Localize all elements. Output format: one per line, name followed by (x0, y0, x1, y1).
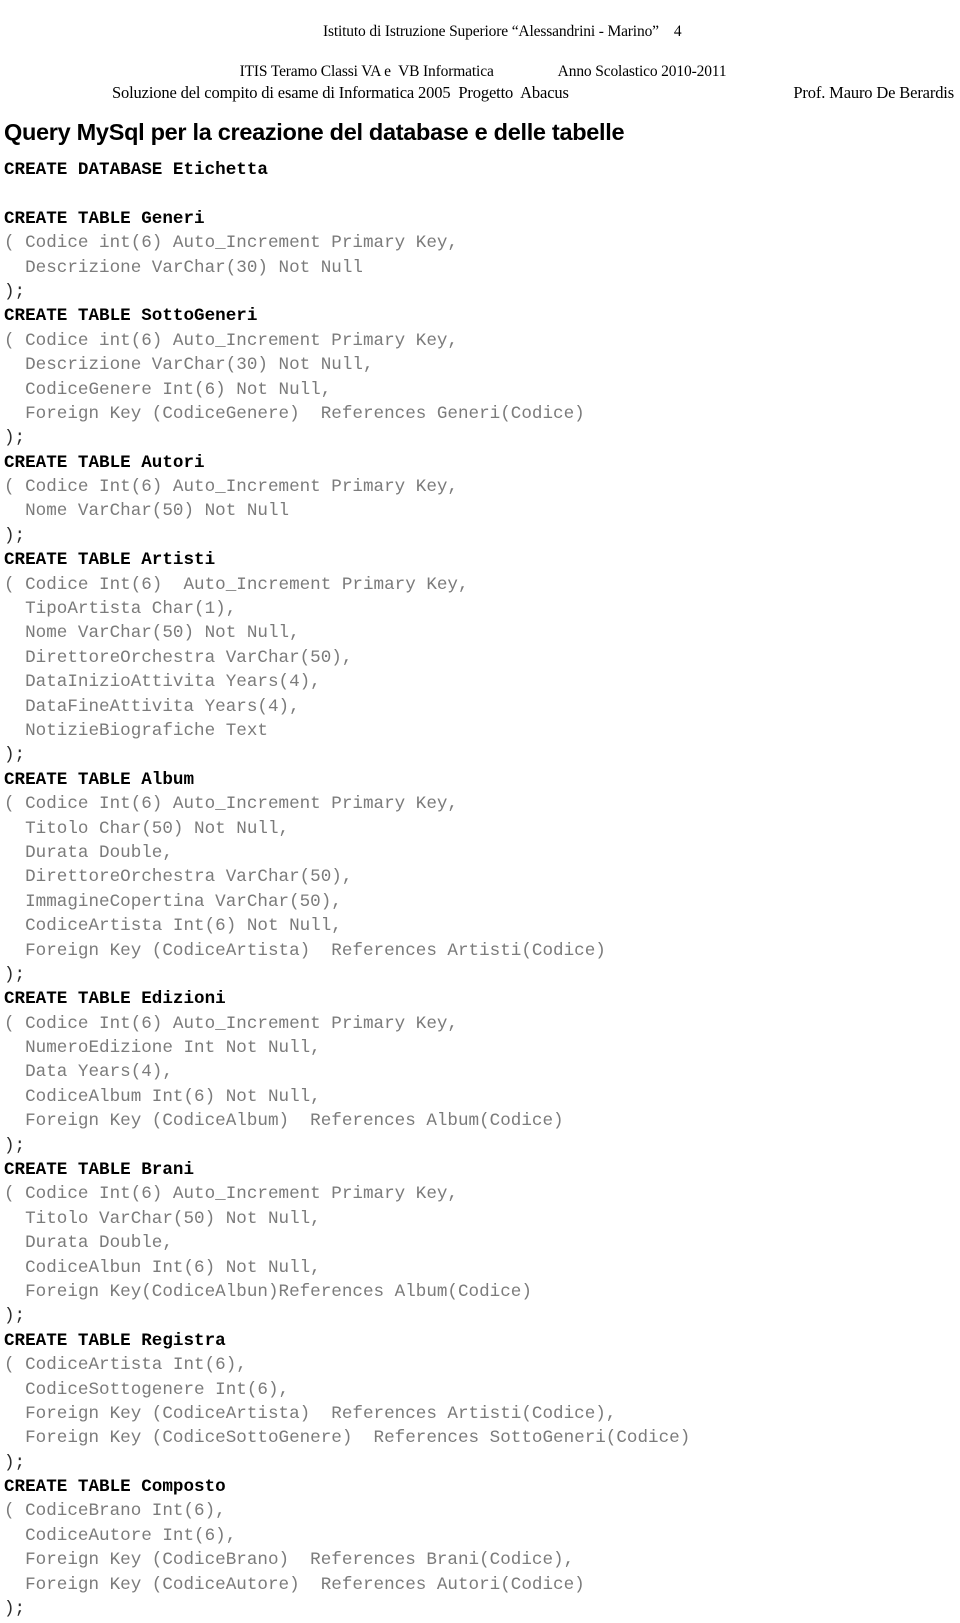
sql-code-line: DataInizioAttivita Years(4), (4, 672, 321, 693)
sql-statement-header: CREATE TABLE Artisti (4, 550, 216, 571)
sql-code-line: Data Years(4), (4, 1062, 173, 1083)
page-header: Istituto di Istruzione Superiore “Alessa… (0, 0, 960, 104)
sql-statement-header: CREATE TABLE Album (4, 769, 195, 790)
sql-code-line: CodiceArtista Int(6) Not Null, (4, 916, 342, 937)
sql-code-line: NotizieBiografiche Text (4, 720, 268, 741)
sql-code-line: NumeroEdizione Int Not Null, (4, 1038, 321, 1059)
sql-blank-line (4, 182, 960, 206)
sql-code-line: CodiceGenere Int(6) Not Null, (4, 379, 332, 400)
page-number: 4 (673, 23, 682, 40)
header-subject-line: Soluzione del compito di esame di Inform… (0, 82, 960, 104)
header-exam-info: Soluzione del compito di esame di Inform… (112, 83, 569, 102)
sql-code-line: Foreign Key (CodiceAutore) References Au… (4, 1574, 585, 1595)
sql-statement-header: CREATE TABLE Brani (4, 1160, 195, 1181)
sql-code-line: Durata Double, (4, 1233, 173, 1254)
sql-code-line: ( Codice int(6) Auto_Increment Primary K… (4, 330, 458, 351)
sql-code-line: ); (4, 428, 26, 449)
sql-code-line: Durata Double, (4, 842, 173, 863)
sql-code-line: ( Codice Int(6) Auto_Increment Primary K… (4, 477, 458, 498)
sql-code-line: Titolo VarChar(50) Not Null, (4, 1208, 321, 1229)
sql-code-line: ( CodiceArtista Int(6), (4, 1355, 247, 1376)
sql-code-line: ( Codice Int(6) Auto_Increment Primary K… (4, 574, 469, 595)
sql-code-line: ); (4, 1452, 26, 1473)
sql-code-line: ( Codice Int(6) Auto_Increment Primary K… (4, 794, 458, 815)
sql-code-line: Descrizione VarChar(30) Not Null, (4, 355, 374, 376)
sql-code-line: Foreign Key(CodiceAlbun)References Album… (4, 1281, 532, 1302)
sql-code-line: TipoArtista Char(1), (4, 599, 237, 620)
sql-code-line: DirettoreOrchestra VarChar(50), (4, 647, 353, 668)
sql-code-line: Foreign Key (CodiceArtista) References A… (4, 940, 606, 961)
header-institute-name: Istituto di Istruzione Superiore “Alessa… (322, 23, 659, 40)
sql-code-line: ( Codice Int(6) Auto_Increment Primary K… (4, 1013, 458, 1034)
sql-code-line: ); (4, 525, 26, 546)
sql-code-line: CodiceAutore Int(6), (4, 1525, 237, 1546)
sql-statement-header: CREATE DATABASE Etichetta (4, 160, 268, 180)
sql-code-line: CodiceAlbun Int(6) Not Null, (4, 1257, 321, 1278)
header-class-info: ITIS Teramo Classi VA e VB Informatica (239, 63, 494, 80)
header-teacher-name: Prof. Mauro De Berardis (793, 83, 954, 102)
sql-code-line: Descrizione VarChar(30) Not Null (4, 257, 363, 278)
sql-code-block: CREATE DATABASE Etichetta CREATE TABLE G… (0, 158, 960, 1621)
sql-code-line: Foreign Key (CodiceBrano) References Bra… (4, 1550, 575, 1571)
sql-code-line: DataFineAttivita Years(4), (4, 696, 300, 717)
sql-code-line: ( Codice Int(6) Auto_Increment Primary K… (4, 1184, 458, 1205)
sql-statement-header: CREATE TABLE Composto (4, 1477, 226, 1498)
sql-statement-header: CREATE TABLE Autori (4, 452, 205, 473)
document-page: Istituto di Istruzione Superiore “Alessa… (0, 0, 960, 1621)
sql-code-line: Foreign Key (CodiceSottoGenere) Referenc… (4, 1428, 691, 1449)
sql-code-line: CodiceSottogenere Int(6), (4, 1379, 290, 1400)
header-class-line: ITIS Teramo Classi VA e VB Informatica A… (0, 62, 960, 82)
page-title: Query MySql per la creazione del databas… (4, 119, 625, 145)
sql-code-line: CodiceAlbum Int(6) Not Null, (4, 1086, 321, 1107)
sql-code-line: ( Codice int(6) Auto_Increment Primary K… (4, 233, 458, 254)
sql-statement-header: CREATE TABLE Registra (4, 1330, 226, 1351)
sql-code-line: DirettoreOrchestra VarChar(50), (4, 867, 353, 888)
sql-code-line: ); (4, 281, 26, 302)
sql-code-line: ); (4, 745, 26, 766)
sql-code-line: ( CodiceBrano Int(6), (4, 1501, 226, 1522)
sql-code-line: ImmagineCopertina VarChar(50), (4, 891, 342, 912)
sql-code-line: Foreign Key (CodiceGenere) References Ge… (4, 403, 585, 424)
sql-statement-header: CREATE TABLE Generi (4, 208, 205, 229)
sql-code-line: ); (4, 1306, 26, 1327)
sql-code-line: Nome VarChar(50) Not Null, (4, 623, 300, 644)
sql-code-line: ); (4, 1599, 26, 1620)
sql-code-line: ); (4, 1135, 26, 1156)
sql-code-line: Nome VarChar(50) Not Null (4, 501, 290, 522)
header-school-year: Anno Scolastico 2010-2011 (557, 63, 727, 80)
header-institute-line: Istituto di Istruzione Superiore “Alessa… (0, 2, 960, 62)
sql-statement-header: CREATE TABLE Edizioni (4, 989, 226, 1010)
sql-code-line: Foreign Key (CodiceArtista) References A… (4, 1403, 617, 1424)
sql-code-line: Foreign Key (CodiceAlbum) References Alb… (4, 1111, 564, 1132)
sql-statement-header: CREATE TABLE SottoGeneri (4, 306, 258, 327)
sql-code-line: ); (4, 964, 26, 985)
sql-code-line: Titolo Char(50) Not Null, (4, 818, 290, 839)
